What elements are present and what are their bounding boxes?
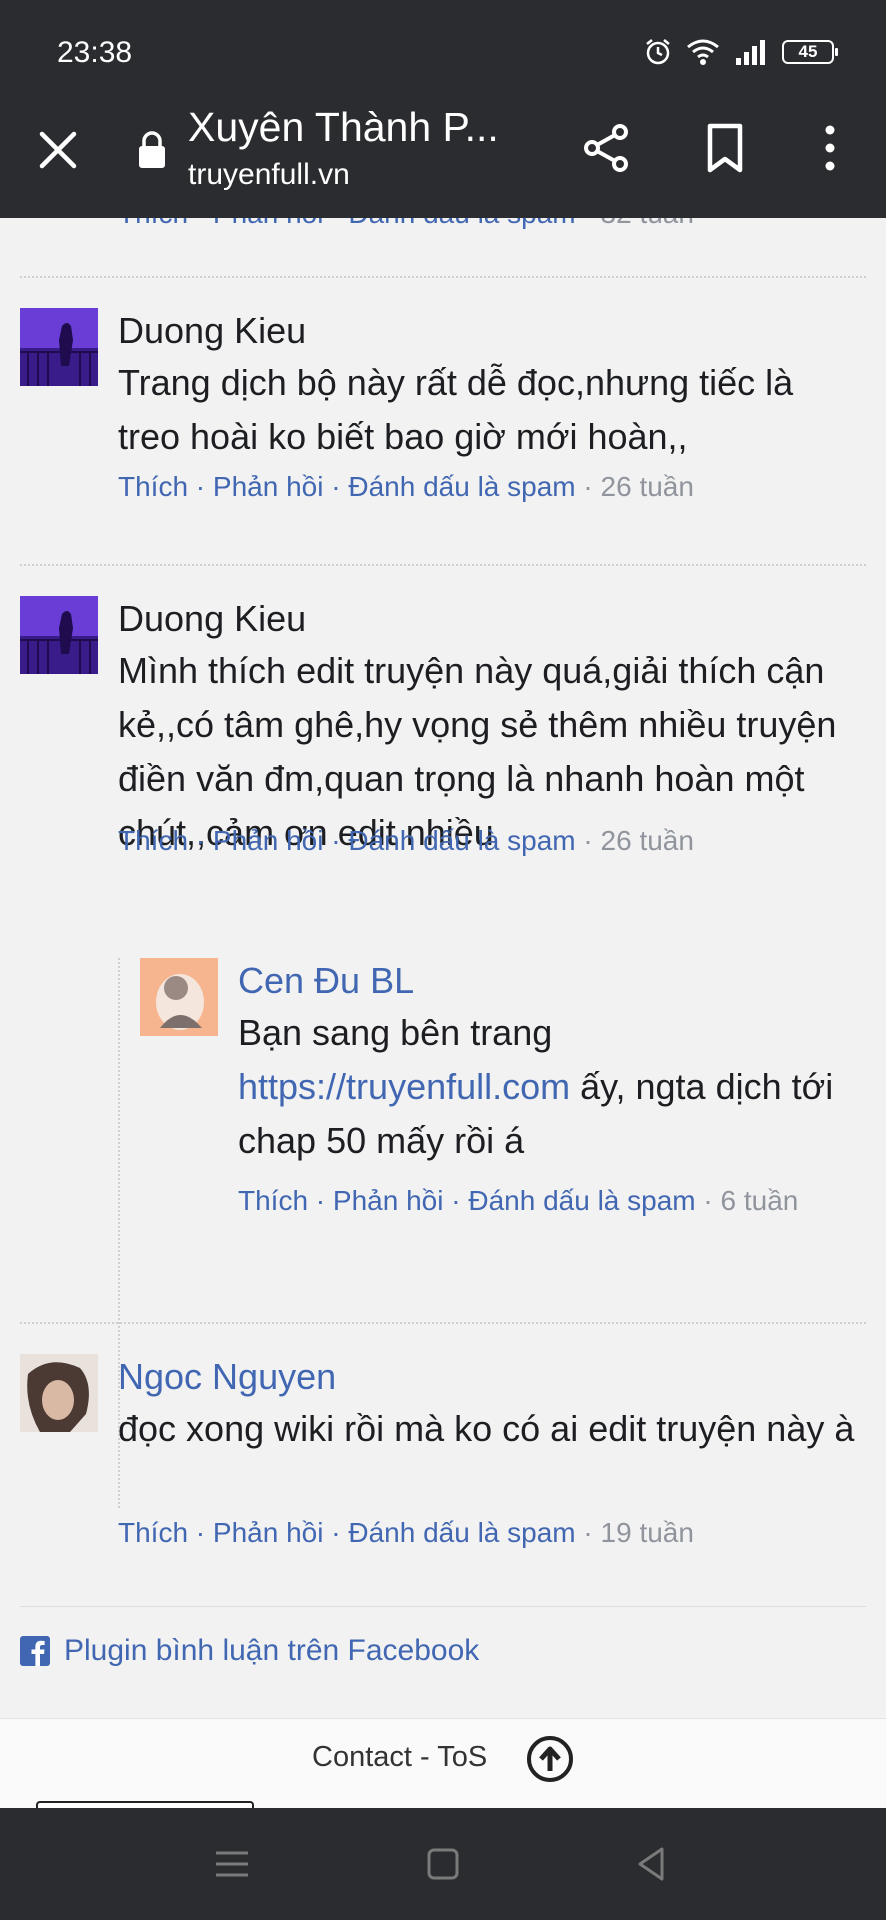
plugin-label[interactable]: Plugin bình luận trên Facebook — [64, 1634, 479, 1668]
comment-author[interactable]: Duong Kieu — [118, 598, 306, 640]
spam-link[interactable]: Đánh dấu là spam — [348, 825, 575, 856]
comment-actions: Thích · Phản hồi · Đánh dấu là spam · 19… — [118, 1517, 694, 1548]
home-square-icon[interactable] — [423, 1844, 463, 1884]
browser-toolbar: Xuyên Thành P... truyenfull.vn — [0, 98, 886, 218]
status-icons: 45 — [644, 38, 838, 66]
comment-time[interactable]: 6 tuần — [721, 1185, 799, 1216]
status-time: 23:38 — [57, 36, 133, 69]
page-title[interactable]: Xuyên Thành P... — [188, 104, 499, 151]
wifi-icon — [687, 39, 719, 65]
reply-text-start: Bạn sang bên trang — [238, 1012, 553, 1053]
alarm-icon — [646, 39, 670, 65]
comment-time[interactable]: 26 tuần — [601, 825, 694, 856]
reply-link[interactable]: Phản hồi — [333, 1185, 444, 1216]
signal-icon — [736, 40, 765, 65]
comment-text: đọc xong wiki rồi mà ko có ai edit truyệ… — [118, 1408, 855, 1449]
back-triangle-icon[interactable] — [632, 1844, 672, 1884]
comment-actions: Thích · Phản hồi · Đánh dấu là spam · 26… — [118, 471, 694, 502]
status-bar: 23:38 45 — [0, 0, 886, 98]
battery-level: 45 — [798, 42, 818, 61]
footer-banner — [36, 1801, 254, 1808]
comment-author[interactable]: Cen Đu BL — [238, 960, 414, 1002]
comment-time[interactable]: 26 tuần — [601, 471, 694, 502]
share-icon[interactable] — [580, 122, 632, 174]
avatar[interactable] — [20, 596, 98, 674]
comment-divider — [20, 564, 866, 566]
comment-divider — [20, 1322, 866, 1324]
battery-indicator: 45 — [782, 40, 838, 64]
comment-author[interactable]: Ngoc Nguyen — [118, 1356, 336, 1398]
close-icon[interactable] — [36, 128, 80, 172]
reply-link[interactable]: Phản hồi — [213, 825, 324, 856]
spam-link[interactable]: Đánh dấu là spam — [468, 1185, 695, 1216]
facebook-icon — [20, 1636, 50, 1666]
like-link[interactable]: Thích — [118, 471, 188, 502]
plugin-divider — [20, 1606, 866, 1607]
like-link[interactable]: Thích — [118, 1517, 188, 1548]
comment-link[interactable]: https://truyenfull.com — [238, 1066, 570, 1107]
page-url[interactable]: truyenfull.vn — [188, 158, 350, 192]
spam-link[interactable]: Đánh dấu là spam — [348, 218, 575, 229]
facebook-plugin-link[interactable]: Plugin bình luận trên Facebook — [20, 1634, 479, 1668]
system-nav-bar — [0, 1808, 886, 1920]
menu-icon[interactable] — [212, 1844, 252, 1884]
avatar[interactable] — [140, 958, 218, 1036]
reply-link[interactable]: Phản hồi — [213, 218, 324, 229]
reply-link[interactable]: Phản hồi — [213, 471, 324, 502]
reply-link[interactable]: Phản hồi — [213, 1517, 324, 1548]
comments-section: Thích · Phản hồi · Đánh dấu là spam · 32… — [0, 218, 886, 1808]
footer-contact-tos[interactable]: Contact - ToS — [312, 1741, 487, 1774]
comment-text: Bạn sang bên trang https://truyenfull.co… — [238, 1006, 858, 1168]
comment-text: Trang dịch bộ này rất dễ đọc,nhưng tiếc … — [118, 362, 794, 457]
like-link[interactable]: Thích — [238, 1185, 308, 1216]
spam-link[interactable]: Đánh dấu là spam — [348, 1517, 575, 1548]
comment-time[interactable]: 19 tuần — [601, 1517, 694, 1548]
arrow-up-circle-icon[interactable] — [526, 1735, 574, 1783]
comment-actions: Thích · Phản hồi · Đánh dấu là spam · 6 … — [238, 1185, 799, 1216]
comment-actions: Thích · Phản hồi · Đánh dấu là spam · 32… — [118, 218, 694, 230]
spam-link[interactable]: Đánh dấu là spam — [348, 471, 575, 502]
bookmark-icon[interactable] — [700, 122, 750, 174]
comment-time[interactable]: 32 tuần — [601, 218, 694, 229]
avatar[interactable] — [20, 308, 98, 386]
lock-icon[interactable] — [136, 130, 168, 170]
comment-author[interactable]: Duong Kieu — [118, 310, 306, 352]
comment-divider — [20, 276, 866, 278]
more-vert-icon[interactable] — [810, 122, 850, 174]
page-footer: Contact - ToS — [0, 1718, 886, 1808]
like-link[interactable]: Thích — [118, 825, 188, 856]
comment-actions: Thích · Phản hồi · Đánh dấu là spam · 26… — [118, 825, 694, 856]
avatar[interactable] — [20, 1354, 98, 1432]
like-link[interactable]: Thích — [118, 218, 188, 229]
